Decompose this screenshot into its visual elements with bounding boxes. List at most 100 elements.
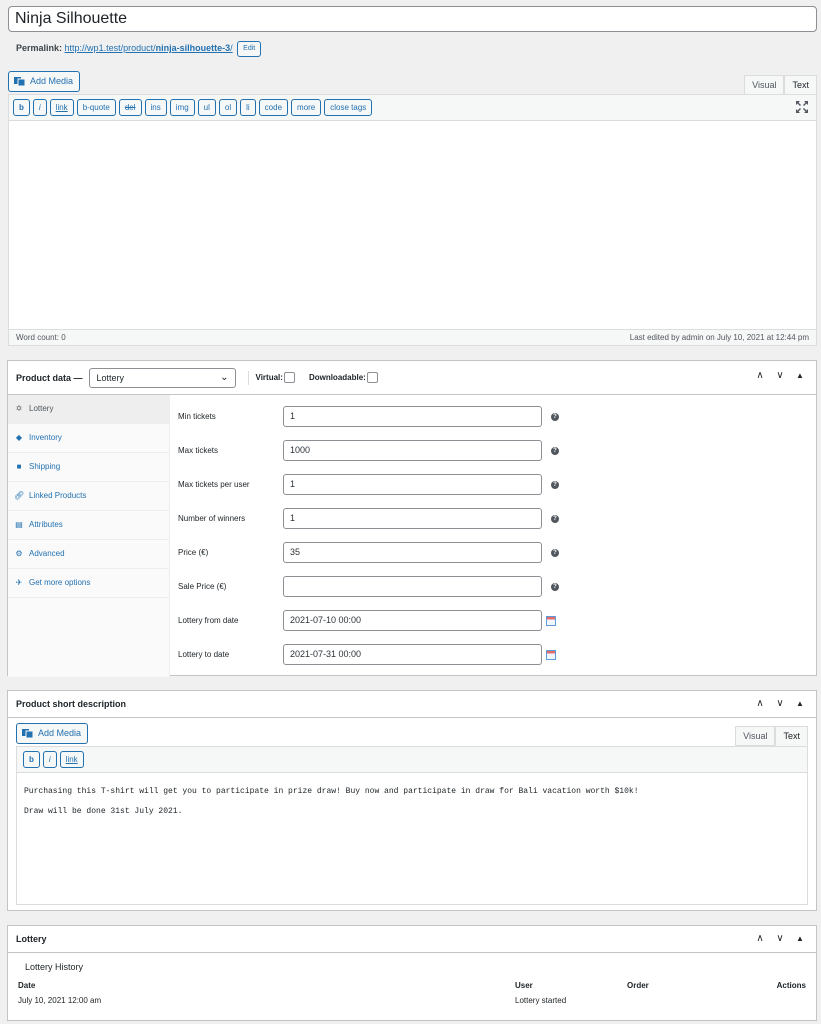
quicktags-toolbar: b i link b-quote del ins img ul ol li co… [9, 95, 816, 121]
product-data-handles: ∧ ∨ ▲ [754, 369, 806, 383]
short-description-box: Product short description ∧ ∨ ▲ Add Medi… [7, 690, 817, 911]
tab-shipping[interactable]: ■ Shipping [8, 453, 169, 482]
max-tickets-per-user-input[interactable]: 1 [283, 474, 542, 495]
virtual-checkbox-wrap[interactable]: Virtual: [256, 372, 295, 383]
field-sale-price: Sale Price (€) ? [178, 576, 559, 597]
tab-text[interactable]: Text [775, 726, 808, 746]
help-icon[interactable]: ? [551, 582, 559, 591]
product-data-box: Product data — Lottery ⌄ Virtual: Downlo… [7, 360, 817, 677]
qt-close-tags-button[interactable]: close tags [324, 99, 373, 116]
qt-ins-button[interactable]: ins [144, 99, 167, 116]
permalink-label: Permalink: [16, 43, 63, 53]
number-of-winners-input[interactable]: 1 [283, 508, 542, 529]
field-label: Min tickets [178, 412, 216, 421]
lottery-history-table: Date User Order Actions July 10, 2021 12… [18, 978, 806, 1008]
add-media-button[interactable]: Add Media [8, 71, 81, 92]
divider [247, 370, 249, 385]
column-header: Order [627, 981, 649, 990]
tab-visual[interactable]: Visual [744, 75, 785, 95]
help-icon[interactable]: ? [551, 480, 559, 489]
qt-bold-button[interactable]: b [13, 99, 30, 116]
post-title-input[interactable]: Ninja Silhouette [8, 6, 817, 32]
add-media-label: Add Media [30, 76, 74, 86]
downloadable-checkbox-wrap[interactable]: Downloadable: [309, 372, 378, 383]
help-icon[interactable]: ? [551, 412, 559, 421]
help-icon[interactable]: ? [551, 548, 559, 557]
field-max-tickets-per-user: Max tickets per user 1 ? [178, 474, 559, 495]
tag-icon: ◆ [15, 433, 23, 442]
media-icon [14, 77, 26, 87]
ticket-icon: ✡ [15, 404, 23, 413]
toggle-panel-icon[interactable]: ▲ [794, 369, 806, 383]
field-label: Number of winners [178, 514, 246, 523]
price-input[interactable]: 35 [283, 542, 542, 563]
quicktags-toolbar: b i link [17, 747, 807, 773]
short-description-add-media-button[interactable]: Add Media [16, 723, 89, 744]
qt-link-button[interactable]: link [59, 751, 84, 768]
qt-code-button[interactable]: code [258, 99, 289, 116]
paragraph: Draw will be done 31st July 2021. [24, 807, 183, 816]
permalink-link[interactable]: http://wp1.test/product/ninja-silhouette… [65, 43, 233, 53]
move-up-icon[interactable]: ∧ [754, 369, 766, 383]
max-tickets-input[interactable]: 1000 [283, 440, 542, 461]
word-count: Word count: 0 [16, 333, 66, 342]
qt-italic-button[interactable]: i [32, 99, 47, 116]
help-icon[interactable]: ? [551, 446, 559, 455]
toggle-panel-icon[interactable]: ▲ [794, 697, 806, 711]
fullscreen-icon[interactable] [796, 101, 808, 113]
qt-del-button[interactable]: del [118, 99, 142, 116]
help-icon[interactable]: ? [551, 514, 559, 523]
lottery-from-date-input[interactable]: 2021-07-10 00:00 [283, 610, 542, 631]
sale-price-input[interactable] [283, 576, 542, 597]
move-down-icon[interactable]: ∨ [774, 932, 786, 946]
qt-ul-button[interactable]: ul [197, 99, 216, 116]
short-description-header: Product short description ∧ ∨ ▲ [8, 691, 816, 718]
lottery-to-date-input[interactable]: 2021-07-31 00:00 [283, 644, 542, 665]
tab-linked-products[interactable]: 🔗︎ Linked Products [8, 482, 169, 511]
short-description-textarea[interactable]: Purchasing this T-shirt will get you to … [17, 773, 807, 831]
field-price: Price (€) 35 ? [178, 542, 559, 563]
field-label: Lottery to date [178, 650, 230, 659]
product-type-value: Lottery [96, 372, 125, 383]
short-description-editor: b i link Purchasing this T-shirt will ge… [16, 746, 808, 905]
table-cell: July 10, 2021 12:00 am [18, 996, 102, 1005]
tab-text[interactable]: Text [784, 75, 817, 95]
short-description-editor-tabs: Visual Text [735, 726, 808, 746]
add-media-label: Add Media [38, 728, 82, 738]
column-header: Actions [776, 981, 806, 990]
short-description-handles: ∧ ∨ ▲ [754, 697, 806, 711]
qt-img-button[interactable]: img [169, 99, 195, 116]
tab-advanced[interactable]: ⚙ Advanced [8, 540, 169, 569]
field-min-tickets: Min tickets 1 ? [178, 406, 559, 427]
qt-bquote-button[interactable]: b-quote [76, 99, 116, 116]
content-textarea[interactable] [9, 121, 816, 329]
downloadable-checkbox[interactable] [366, 372, 378, 383]
move-down-icon[interactable]: ∨ [774, 697, 786, 711]
qt-ol-button[interactable]: ol [218, 99, 238, 116]
move-up-icon[interactable]: ∧ [754, 697, 766, 711]
edit-permalink-button[interactable]: Edit [237, 40, 262, 57]
move-up-icon[interactable]: ∧ [754, 932, 766, 946]
tab-lottery[interactable]: ✡ Lottery [8, 395, 169, 424]
calendar-icon[interactable] [546, 649, 556, 660]
min-tickets-input[interactable]: 1 [283, 406, 542, 427]
editor-status-bar: Word count: 0 Last edited by admin on Ju… [9, 329, 816, 345]
table-row: July 10, 2021 12:00 am Lottery started [18, 993, 806, 1008]
tab-get-more-options[interactable]: ✈ Get more options [8, 569, 169, 598]
last-edited: Last edited by admin on July 10, 2021 at… [629, 333, 809, 342]
tab-inventory[interactable]: ◆ Inventory [8, 424, 169, 453]
editor-tabs: Visual Text [744, 75, 817, 95]
product-type-select[interactable]: Lottery ⌄ [88, 367, 236, 388]
toggle-panel-icon[interactable]: ▲ [794, 932, 806, 946]
qt-link-button[interactable]: link [49, 99, 74, 116]
chevron-down-icon: ⌄ [220, 371, 229, 383]
qt-more-button[interactable]: more [291, 99, 322, 116]
calendar-icon[interactable] [546, 615, 556, 626]
move-down-icon[interactable]: ∨ [774, 369, 786, 383]
tab-attributes[interactable]: ▤ Attributes [8, 511, 169, 540]
qt-li-button[interactable]: li [240, 99, 256, 116]
virtual-checkbox[interactable] [283, 372, 295, 383]
qt-bold-button[interactable]: b [23, 751, 40, 768]
tab-visual[interactable]: Visual [735, 726, 776, 746]
qt-italic-button[interactable]: i [42, 751, 57, 768]
